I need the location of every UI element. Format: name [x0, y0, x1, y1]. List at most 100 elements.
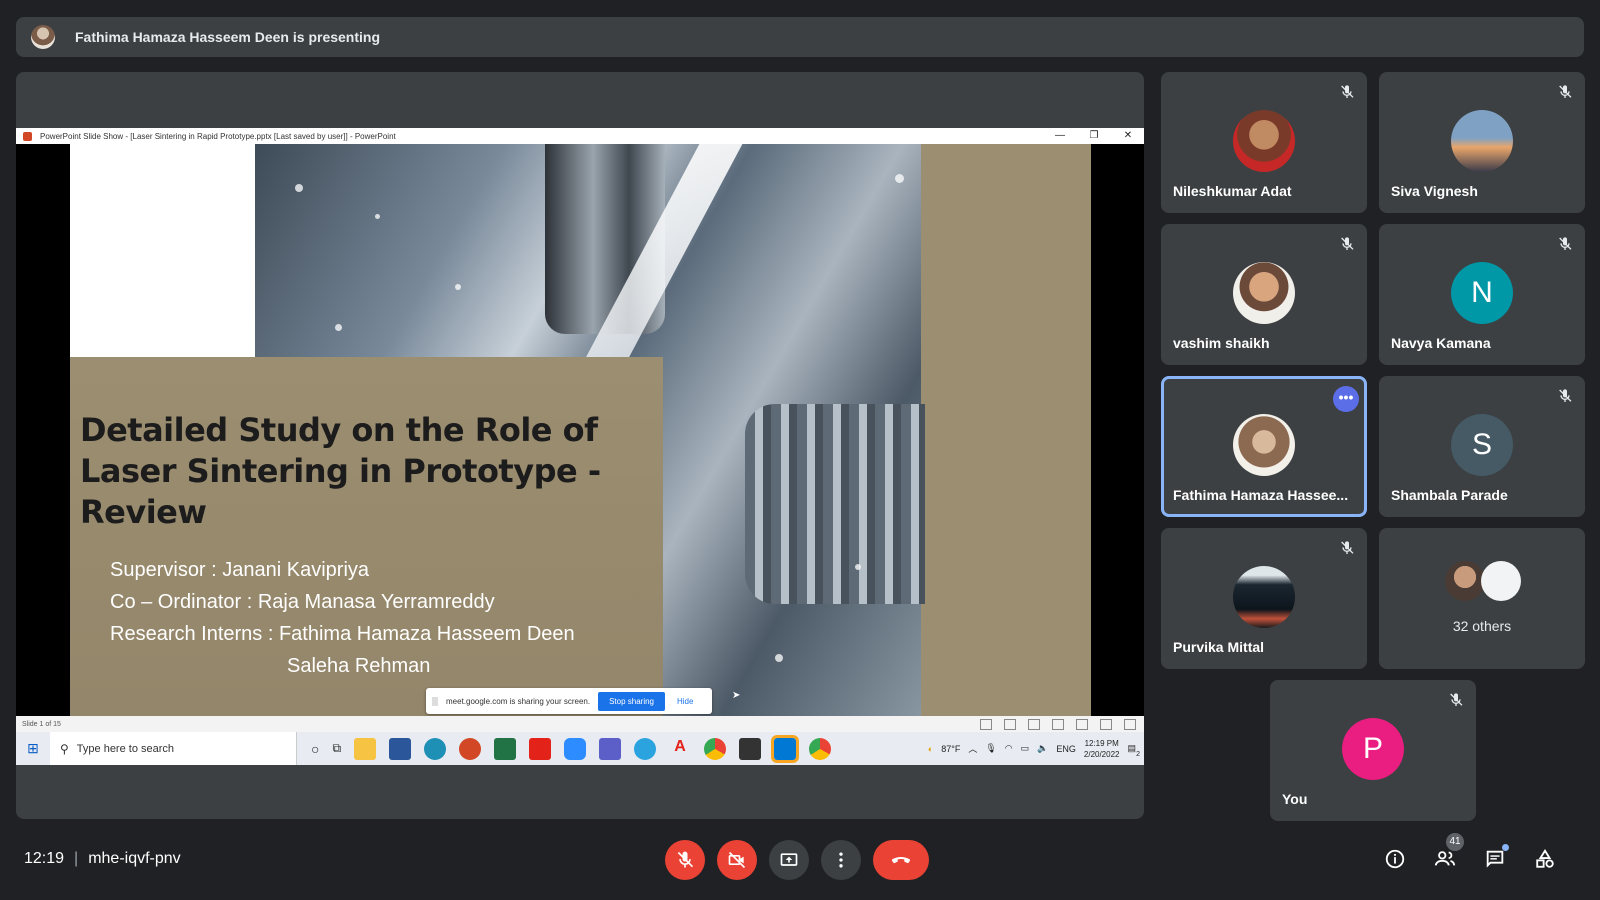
camera-off-icon: [728, 851, 746, 869]
presenter-avatar: [31, 25, 55, 49]
participant-tile-presenter[interactable]: ••• Fathima Hamaza Hassee...: [1161, 376, 1367, 517]
acrobat-icon[interactable]: [529, 737, 552, 760]
participant-tile[interactable]: Siva Vignesh: [1379, 72, 1585, 213]
more-options-button[interactable]: [821, 840, 861, 880]
normal-view-icon[interactable]: [1052, 719, 1064, 730]
more-options-icon[interactable]: •••: [1333, 386, 1359, 412]
self-avatar: P: [1342, 718, 1404, 780]
mic-off-icon: [1450, 693, 1463, 706]
minimize-icon: —: [1055, 130, 1065, 141]
droplet-graphic: [855, 564, 861, 570]
camera-toggle-button[interactable]: [717, 840, 757, 880]
notes-icon[interactable]: [1004, 719, 1016, 730]
present-screen-button[interactable]: [769, 840, 809, 880]
participant-avatar: [1451, 110, 1513, 172]
powerpoint-app-icon[interactable]: [459, 737, 482, 760]
participant-tile[interactable]: Purvika Mittal: [1161, 528, 1367, 669]
info-icon: [1385, 849, 1405, 869]
taskbar-search[interactable]: ⚲ Type here to search: [50, 732, 297, 765]
others-count-label: 32 others: [1452, 618, 1512, 634]
droplet-graphic: [895, 174, 904, 183]
outlook-icon[interactable]: [771, 734, 800, 763]
tray-chevron-icon[interactable]: ︿: [968, 742, 977, 755]
mic-off-icon: [1559, 237, 1572, 250]
volume-icon[interactable]: 🔈: [1037, 743, 1048, 754]
restore-icon: ❐: [1089, 130, 1099, 141]
wifi-icon[interactable]: ◠: [1005, 743, 1013, 754]
task-view-icon[interactable]: ⧉: [332, 741, 341, 756]
participant-avatar: [1233, 110, 1295, 172]
word-icon[interactable]: [389, 737, 412, 760]
windows-start-icon[interactable]: ⊞: [16, 740, 50, 757]
notification-center-icon[interactable]: ▤ 2: [1127, 743, 1140, 758]
weather-icon: ◐: [927, 743, 934, 754]
meeting-details-button[interactable]: [1384, 848, 1406, 870]
participant-tile[interactable]: S Shambala Parade: [1379, 376, 1585, 517]
battery-icon[interactable]: ▭: [1021, 743, 1030, 754]
taskbar-clock[interactable]: 12:19 PM 2/20/2022: [1084, 738, 1120, 760]
participant-avatar: [1233, 566, 1295, 628]
shared-screen: PowerPoint Slide Show - [Laser Sintering…: [16, 128, 1144, 765]
ppt-window-title: PowerPoint Slide Show - [Laser Sintering…: [40, 131, 396, 141]
activities-button[interactable]: [1534, 848, 1556, 870]
ppt-statusbar: Slide 1 of 15: [16, 716, 1144, 732]
chat-button[interactable]: [1484, 844, 1509, 870]
slide-title: Detailed Study on the Role of Laser Sint…: [80, 411, 601, 531]
window-controls: — ❐ ✕: [1054, 128, 1134, 144]
drag-handle-icon[interactable]: [432, 696, 438, 706]
taskbar-search-placeholder: Type here to search: [76, 742, 175, 755]
adobe-reader-icon[interactable]: A: [669, 738, 691, 760]
participant-avatar: S: [1451, 414, 1513, 476]
divider: |: [74, 850, 79, 867]
prev-slide-icon[interactable]: [980, 719, 992, 730]
chat-unread-dot: [1502, 844, 1509, 851]
slide-white-block: [70, 144, 255, 357]
file-explorer-icon[interactable]: [354, 737, 377, 760]
participant-tile[interactable]: N Navya Kamana: [1379, 224, 1585, 365]
edge-icon[interactable]: [424, 737, 447, 760]
bottom-control-bar: 12:19 | mhe-iqvf-pnv 41: [0, 824, 1600, 900]
participant-name: You: [1282, 791, 1308, 807]
mic-off-icon: [1341, 237, 1354, 250]
more-vert-icon: [839, 852, 843, 868]
microphone-toggle-button[interactable]: [665, 840, 705, 880]
participant-name: Navya Kamana: [1391, 335, 1491, 351]
people-count-badge: 41: [1446, 833, 1464, 851]
chrome-2-icon[interactable]: [809, 737, 832, 760]
telegram-icon[interactable]: [634, 737, 657, 760]
leave-call-button[interactable]: [873, 840, 929, 880]
system-tray: ◐ 87°F ︿ 🎙 ◠ ▭ 🔈 ENG 12:19 PM 2/20/2022 …: [927, 732, 1140, 765]
ppt-titlebar: PowerPoint Slide Show - [Laser Sintering…: [16, 128, 1144, 144]
participant-name: Fathima Hamaza Hassee...: [1173, 487, 1349, 503]
participant-name: Nileshkumar Adat: [1173, 183, 1292, 199]
mic-tray-icon: 🎙: [985, 743, 997, 753]
meeting-info: 12:19 | mhe-iqvf-pnv: [24, 850, 181, 868]
taskbar-apps: ○ ⧉ A: [311, 734, 832, 763]
sorter-view-icon[interactable]: [1076, 719, 1088, 730]
teams-icon[interactable]: [599, 737, 622, 760]
self-tile[interactable]: P You: [1270, 680, 1476, 821]
hide-notice-button[interactable]: Hide: [677, 697, 693, 706]
zoom-icon[interactable]: [564, 737, 587, 760]
windows-taskbar: ⊞ ⚲ Type here to search ○ ⧉ A ◐ 87°F ︿ 🎙…: [16, 732, 1144, 765]
language-indicator[interactable]: ENG: [1056, 744, 1076, 754]
reading-view-icon[interactable]: [1100, 719, 1112, 730]
excel-icon[interactable]: [494, 737, 517, 760]
participant-name: vashim shaikh: [1173, 335, 1270, 351]
people-button[interactable]: 41: [1434, 833, 1464, 870]
slideshow-view-icon[interactable]: [1124, 719, 1136, 730]
next-slide-icon[interactable]: [1028, 719, 1040, 730]
cortana-icon[interactable]: ○: [311, 741, 319, 757]
others-tile[interactable]: 32 others: [1379, 528, 1585, 669]
coordinator-line: Co – Ordinator : Raja Manasa Yerramreddy: [110, 591, 495, 613]
meeting-code[interactable]: mhe-iqvf-pnv: [88, 850, 180, 867]
participant-name: Siva Vignesh: [1391, 183, 1478, 199]
participant-tile[interactable]: Nileshkumar Adat: [1161, 72, 1367, 213]
chrome-icon[interactable]: [704, 737, 727, 760]
participant-avatar: [1233, 414, 1295, 476]
search-icon: ⚲: [60, 741, 69, 756]
sticky-notes-icon[interactable]: [739, 737, 762, 760]
participant-tile[interactable]: vashim shaikh: [1161, 224, 1367, 365]
stop-sharing-button[interactable]: Stop sharing: [598, 691, 665, 711]
screen-share-notice: meet.google.com is sharing your screen. …: [426, 688, 712, 714]
